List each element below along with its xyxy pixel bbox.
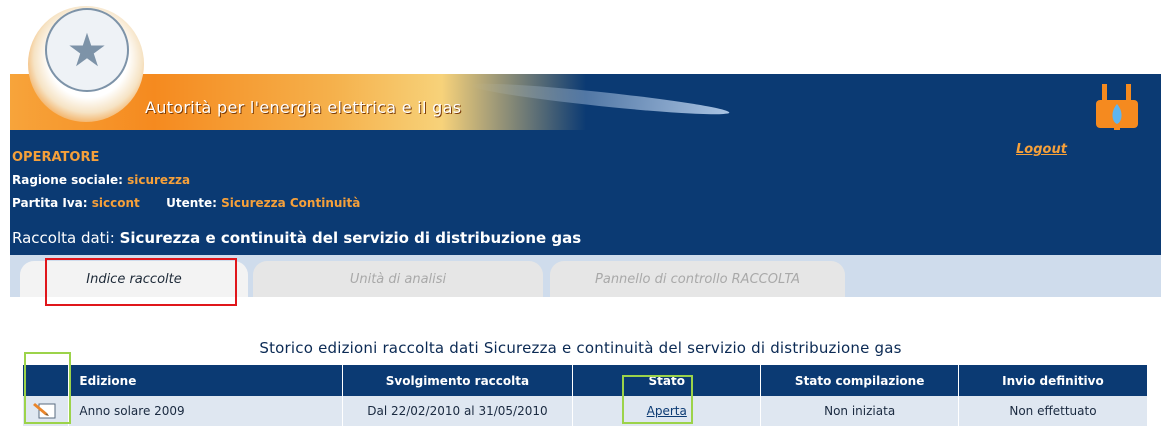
republic-emblem-logo: ★ bbox=[45, 8, 129, 92]
ragione-sociale-label: Ragione sociale: bbox=[12, 173, 123, 187]
highlight-box-green-icon bbox=[24, 352, 71, 424]
ragione-sociale-value: sicurezza bbox=[127, 173, 191, 187]
tab-pannello-controllo-raccolta[interactable]: Pannello di controllo RACCOLTA bbox=[550, 261, 845, 297]
banner-title: Autorità per l'energia elettrica e il ga… bbox=[145, 98, 462, 117]
highlight-box-green-stato bbox=[622, 375, 693, 424]
utente-label: Utente: bbox=[166, 196, 217, 210]
utente-value: Sicurezza Continuità bbox=[221, 196, 361, 210]
logout-link[interactable]: Logout bbox=[1016, 142, 1067, 157]
tab-unita-di-analisi[interactable]: Unità di analisi bbox=[253, 261, 543, 297]
header-svolgimento: Svolgimento raccolta bbox=[342, 365, 574, 396]
header-edizione: Edizione bbox=[68, 365, 343, 396]
highlight-box-red bbox=[45, 258, 237, 306]
table-caption: Storico edizioni raccolta dati Sicurezza… bbox=[259, 339, 902, 357]
ragione-sociale-row: Ragione sociale: sicurezza bbox=[12, 173, 190, 187]
header-invio-definitivo: Invio definitivo bbox=[958, 365, 1149, 396]
raccolta-title: Raccolta dati: Sicurezza e continuità de… bbox=[12, 229, 581, 247]
partita-iva-row: Partita Iva: siccont Utente: Sicurezza C… bbox=[12, 196, 360, 210]
cell-edizione: Anno solare 2009 bbox=[68, 396, 343, 426]
cell-invio-definitivo: Non effettuato bbox=[958, 396, 1149, 426]
cell-stato-compilazione: Non iniziata bbox=[760, 396, 959, 426]
table-header-row: Edizione Svolgimento raccolta Stato Stat… bbox=[23, 365, 1149, 396]
partita-iva-label: Partita Iva: bbox=[12, 196, 88, 210]
header-banner: Autorità per l'energia elettrica e il ga… bbox=[10, 74, 1161, 130]
raccolta-value: Sicurezza e continuità del servizio di d… bbox=[119, 229, 582, 247]
partita-iva-value: siccont bbox=[91, 196, 140, 210]
raccolta-label: Raccolta dati: bbox=[12, 229, 115, 247]
editions-table: Edizione Svolgimento raccolta Stato Stat… bbox=[23, 365, 1149, 426]
table-row: Anno solare 2009 Dal 22/02/2010 al 31/05… bbox=[23, 396, 1149, 426]
cell-svolgimento: Dal 22/02/2010 al 31/05/2010 bbox=[342, 396, 574, 426]
header-stato-compilazione: Stato compilazione bbox=[760, 365, 959, 396]
operator-title: OPERATORE bbox=[12, 150, 100, 165]
operator-panel: OPERATORE Ragione sociale: sicurezza Par… bbox=[10, 130, 1161, 255]
